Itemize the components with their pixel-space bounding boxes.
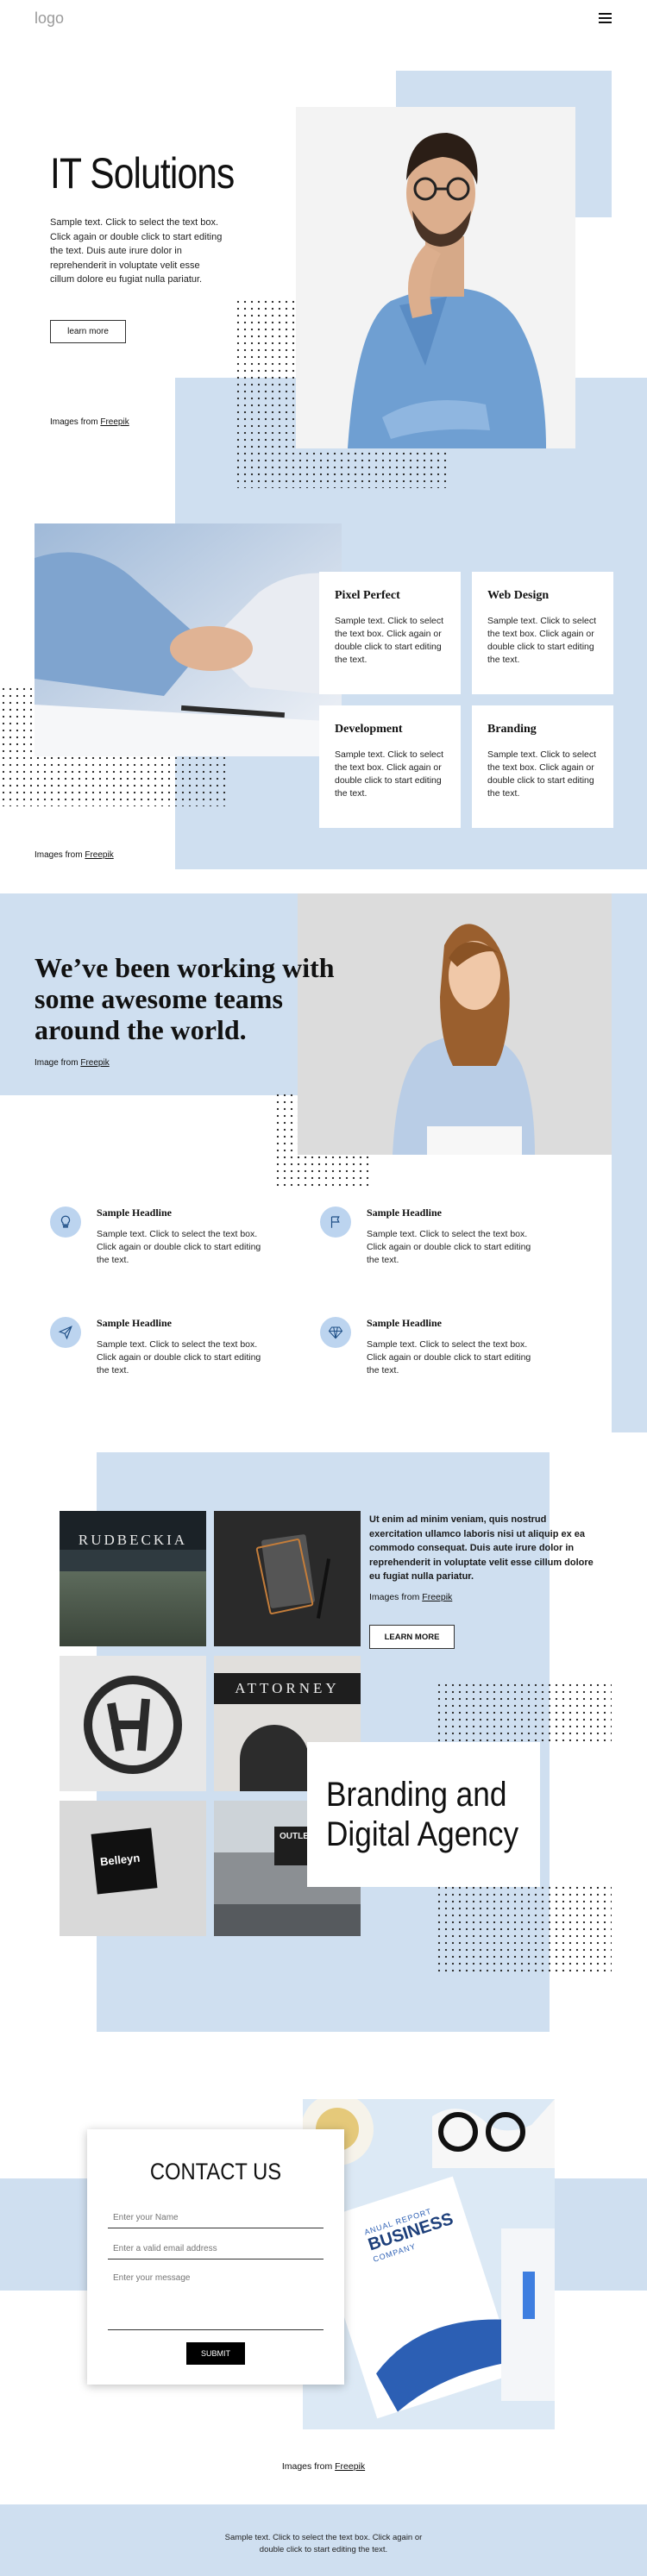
- card-title: Pixel Perfect: [335, 589, 400, 602]
- card-text: Sample text. Click to select the text bo…: [335, 616, 444, 665]
- card-text: Sample text. Click to select the text bo…: [487, 616, 597, 665]
- submit-button[interactable]: SUBMIT: [186, 2342, 245, 2365]
- feature-item: Sample Headline Sample text. Click to se…: [50, 1317, 274, 1377]
- tile-attorney-sign: ATTORNEY: [235, 1680, 340, 1696]
- tile-notebook: [214, 1511, 361, 1646]
- card-title: Web Design: [487, 589, 550, 602]
- feature-text: Sample text. Click to select the text bo…: [367, 1339, 531, 1376]
- feature-item: Sample Headline Sample text. Click to se…: [50, 1207, 274, 1267]
- service-card-branding[interactable]: Branding Sample text. Click to select th…: [472, 705, 613, 828]
- lightbulb-icon: [50, 1207, 81, 1238]
- man-portrait-image: [296, 107, 575, 448]
- agency-title-box: Branding and Digital Agency: [307, 1742, 540, 1887]
- feature-item: Sample Headline Sample text. Click to se…: [320, 1207, 544, 1267]
- feature-item: Sample Headline Sample text. Click to se…: [320, 1317, 544, 1377]
- hero-image: [296, 107, 575, 448]
- site-footer: Sample text. Click to select the text bo…: [0, 2504, 647, 2576]
- tile-belleyn: Belleyn: [60, 1801, 206, 1936]
- feature-title: Sample Headline: [97, 1207, 173, 1219]
- teams-backdrop-strip: [612, 893, 647, 1432]
- teams-image-credit: Image from Freepik: [35, 1058, 110, 1068]
- contact-form: CONTACT US SUBMIT: [87, 2129, 344, 2385]
- tile-rudbeckia-sign: RUDBECKIA: [78, 1532, 188, 1548]
- hero-text: Sample text. Click to select the text bo…: [50, 217, 223, 285]
- logo[interactable]: logo: [35, 9, 64, 28]
- handshake-photo: [35, 523, 342, 756]
- teams-headline: We’ve been working with some awesome tea…: [35, 952, 335, 1045]
- freepik-link[interactable]: Freepik: [335, 2461, 365, 2472]
- feature-text: Sample text. Click to select the text bo…: [97, 1339, 261, 1376]
- freepik-link[interactable]: Freepik: [422, 1592, 452, 1602]
- footer-text: Sample text. Click to select the text bo…: [224, 2533, 423, 2554]
- card-text: Sample text. Click to select the text bo…: [487, 749, 597, 799]
- page-title: IT Solutions: [50, 149, 235, 197]
- dot-pattern: [436, 1682, 612, 1742]
- service-card-development[interactable]: Development Sample text. Click to select…: [319, 705, 461, 828]
- dot-pattern: [436, 1884, 612, 1976]
- agency-text: Ut enim ad minim veniam, quis nostrud ex…: [369, 1514, 594, 1582]
- flag-icon: [320, 1207, 351, 1238]
- hamburger-menu-icon[interactable]: [599, 13, 612, 23]
- agency-title-line1: Branding and: [326, 1776, 507, 1814]
- diamond-icon: [320, 1317, 351, 1348]
- tile-rudbeckia: RUDBECKIA: [60, 1511, 206, 1646]
- agency-title-line2: Digital Agency: [326, 1815, 519, 1853]
- contact-image-credit: Images from Freepik: [281, 2461, 366, 2472]
- message-textarea[interactable]: [108, 2268, 324, 2330]
- agency-image-credit: Images from Freepik: [369, 1592, 453, 1602]
- freepik-link[interactable]: Freepik: [80, 1058, 109, 1068]
- feature-title: Sample Headline: [367, 1207, 443, 1219]
- site-header: logo: [0, 0, 647, 38]
- learn-more-button[interactable]: learn more: [50, 320, 126, 343]
- freepik-link[interactable]: Freepik: [85, 850, 113, 860]
- freepik-link[interactable]: Freepik: [100, 417, 129, 427]
- email-input[interactable]: [108, 2239, 324, 2259]
- name-input[interactable]: [108, 2208, 324, 2228]
- services-image-credit: Images from Freepik: [35, 850, 114, 860]
- agency-learn-more-button[interactable]: LEARN MORE: [369, 1625, 455, 1649]
- card-text: Sample text. Click to select the text bo…: [335, 749, 444, 799]
- contact-title: CONTACT US: [149, 2159, 282, 2184]
- feature-title: Sample Headline: [97, 1317, 173, 1329]
- service-card-pixel-perfect[interactable]: Pixel Perfect Sample text. Click to sele…: [319, 572, 461, 694]
- feature-text: Sample text. Click to select the text bo…: [97, 1229, 261, 1265]
- service-card-web-design[interactable]: Web Design Sample text. Click to select …: [472, 572, 613, 694]
- card-title: Branding: [487, 723, 537, 736]
- feature-text: Sample text. Click to select the text bo…: [367, 1229, 531, 1265]
- card-title: Development: [335, 723, 403, 736]
- paper-plane-icon: [50, 1317, 81, 1348]
- hero-image-credit: Images from Freepik: [50, 417, 129, 427]
- tile-logo-mark: [60, 1656, 206, 1791]
- handshake-image: [35, 523, 342, 756]
- feature-title: Sample Headline: [367, 1317, 443, 1329]
